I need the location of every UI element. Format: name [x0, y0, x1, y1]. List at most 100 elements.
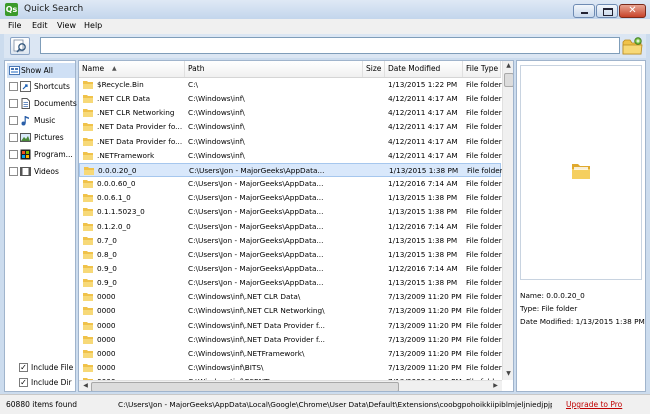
browse-folder-button[interactable]: [622, 36, 644, 56]
cell-date-modified: 1/12/2016 7:14 AM: [388, 263, 458, 273]
column-header-name[interactable]: Name ▲: [79, 61, 185, 77]
horizontal-scroll-thumb[interactable]: [91, 382, 399, 391]
table-row[interactable]: 0.0.6.1_0 C:\Users\Jon - MajorGeeks\AppDa…: [79, 191, 502, 205]
table-row[interactable]: 0000 C:\Windows\inf\.NET Data Provider f.…: [79, 333, 502, 347]
cell-file-type: File folder: [466, 278, 502, 288]
table-row[interactable]: .NET Data Provider fo... C:\Windows\inf\ 4…: [79, 120, 502, 134]
title-bar[interactable]: Qs Quick Search ✕: [0, 0, 650, 19]
table-row[interactable]: 0.8_0 C:\Users\Jon - MajorGeeks\AppData..…: [79, 248, 502, 262]
scroll-up-icon[interactable]: ▲: [503, 62, 513, 69]
cell-path: C:\Windows\inf\.NET Data Provider f...: [188, 334, 325, 344]
cell-name: .NET CLR Data: [97, 94, 151, 104]
sidebar-item-label: Documents: [34, 99, 77, 108]
results-list: Name ▲ Path Size Date Modified File Type …: [78, 60, 514, 392]
window-title: Quick Search: [24, 4, 84, 14]
sidebar-item-show-all[interactable]: Show All: [7, 63, 75, 78]
table-row[interactable]: .NET Data Provider fo... C:\Windows\inf\ 4…: [79, 135, 502, 149]
cell-file-type: File folder: [466, 108, 502, 118]
upgrade-link[interactable]: Upgrade to Pro: [566, 400, 622, 409]
cell-date-modified: 7/13/2009 11:20 PM: [388, 306, 462, 316]
folder-icon: [83, 279, 93, 288]
cell-date-modified: 1/13/2015 1:38 PM: [388, 193, 458, 203]
search-button[interactable]: [10, 37, 30, 55]
checkbox[interactable]: [9, 133, 18, 142]
column-header-date-modified[interactable]: Date Modified: [385, 61, 463, 77]
folder-icon: [83, 95, 93, 104]
minimize-icon: [581, 12, 588, 14]
minimize-button[interactable]: [573, 4, 595, 18]
horizontal-scrollbar[interactable]: ◀ ▶: [79, 380, 502, 391]
scroll-down-icon[interactable]: ▼: [503, 370, 513, 377]
menu-help[interactable]: Help: [84, 21, 102, 30]
cell-date-modified: 1/13/2015 1:38 PM: [388, 278, 458, 288]
table-row[interactable]: .NET CLR Networking C:\Windows\inf\ 4/12/2…: [79, 106, 502, 120]
checkbox[interactable]: [9, 150, 18, 159]
column-header-size[interactable]: Size: [363, 61, 385, 77]
table-row[interactable]: 0.1.1.5023_0 C:\Users\Jon - MajorGeeks\Ap…: [79, 205, 502, 219]
sidebar-item-videos[interactable]: Videos: [7, 164, 75, 179]
checkbox[interactable]: [9, 99, 18, 108]
table-row[interactable]: 0.9_0 C:\Users\Jon - MajorGeeks\AppData..…: [79, 262, 502, 276]
table-row[interactable]: 0000 C:\Windows\inf\.NET Data Provider f.…: [79, 319, 502, 333]
cell-path: C:\Windows\inf\BITS\: [188, 363, 264, 372]
cell-file-type: File folder: [466, 221, 502, 231]
checkbox[interactable]: [9, 82, 18, 91]
cell-name: 0000: [97, 334, 116, 344]
cell-name: 0.9_0: [97, 263, 117, 273]
table-row[interactable]: 0.9_0 C:\Users\Jon - MajorGeeks\AppData..…: [79, 276, 502, 290]
table-row[interactable]: 0.0.0.20_0 C:\Users\Jon - MajorGeeks\AppD…: [79, 162, 503, 177]
vertical-scroll-thumb[interactable]: [504, 73, 513, 87]
table-row[interactable]: 0.1.2.0_0 C:\Users\Jon - MajorGeeks\AppDa…: [79, 220, 502, 234]
include-file-checkbox[interactable]: ✓: [19, 363, 28, 372]
preview-date-modified: Date Modified: 1/13/2015 1:38 PM: [520, 317, 645, 326]
table-row[interactable]: .NETFramework C:\Windows\inf\ 4/12/2011 4:…: [79, 149, 502, 163]
include-dir-checkbox[interactable]: ✓: [19, 378, 28, 387]
sidebar-item-pictures[interactable]: Pictures: [7, 130, 75, 145]
folder-icon: [83, 364, 93, 372]
cell-file-type: File folder: [466, 363, 502, 372]
menu-edit[interactable]: Edit: [32, 21, 48, 30]
sidebar-item-music[interactable]: Music: [7, 113, 75, 128]
column-header-label: Date Modified: [388, 64, 441, 73]
checkbox[interactable]: [9, 116, 18, 125]
include-file-label: Include File: [31, 363, 74, 372]
maximize-button[interactable]: [596, 4, 618, 18]
scroll-right-icon[interactable]: ▶: [490, 382, 501, 389]
table-row[interactable]: $Recycle.Bin C:\ 1/13/2015 1:22 PM File fol…: [79, 78, 502, 92]
table-row[interactable]: 0000 C:\Windows\inf\BITS\ 7/13/2009 11:20 …: [79, 361, 502, 375]
include-file-option[interactable]: ✓ Include File: [19, 362, 79, 374]
sidebar-item-shortcuts[interactable]: Shortcuts: [7, 79, 75, 94]
cell-file-type: File folder: [466, 249, 502, 259]
cell-path: C:\Windows\inf\: [188, 136, 245, 146]
sidebar-item-programs[interactable]: Program...: [7, 147, 75, 162]
close-button[interactable]: ✕: [619, 4, 646, 18]
column-header-file-type[interactable]: File Type: [463, 61, 501, 77]
include-dir-option[interactable]: ✓ Include Dir: [19, 377, 79, 389]
cell-date-modified: 1/13/2015 1:38 PM: [389, 165, 459, 175]
checkbox[interactable]: [9, 167, 18, 176]
category-sidebar: Show All Shortcuts Documents Music Pictu…: [4, 60, 79, 392]
cell-date-modified: 4/12/2011 4:17 AM: [388, 122, 458, 132]
table-row[interactable]: 0.0.0.60_0 C:\Users\Jon - MajorGeeks\AppD…: [79, 177, 502, 191]
table-row[interactable]: 0000 C:\Windows\inf\.NET CLR Data\ 7/13/20…: [79, 290, 502, 304]
table-row[interactable]: 0.7_0 C:\Users\Jon - MajorGeeks\AppData..…: [79, 234, 502, 248]
table-row[interactable]: 0000 C:\Windows\inf\.NETFramework\ 7/13/20…: [79, 347, 502, 361]
column-header-label: File Type: [466, 64, 499, 73]
folder-icon: [83, 222, 93, 231]
vertical-scrollbar[interactable]: ▲ ▼: [502, 61, 513, 380]
program-icon: [20, 149, 31, 160]
show-all-icon: [9, 65, 20, 76]
scroll-left-icon[interactable]: ◀: [80, 382, 91, 389]
menu-file[interactable]: File: [8, 21, 21, 30]
table-row[interactable]: 0000 C:\Windows\inf\.NET CLR Networking\ 7…: [79, 304, 502, 318]
preview-name: Name: 0.0.0.20_0: [520, 291, 585, 300]
cell-file-type: File folder: [466, 122, 502, 132]
cell-name: 0.0.0.20_0: [98, 165, 137, 175]
sidebar-item-documents[interactable]: Documents: [7, 96, 77, 111]
cell-date-modified: 1/12/2016 7:14 AM: [388, 221, 458, 231]
search-input[interactable]: [40, 37, 620, 54]
menu-view[interactable]: View: [57, 21, 76, 30]
column-header-path[interactable]: Path: [185, 61, 363, 77]
folder-icon: [83, 109, 93, 118]
table-row[interactable]: .NET CLR Data C:\Windows\inf\ 4/12/2011 4:…: [79, 92, 502, 106]
